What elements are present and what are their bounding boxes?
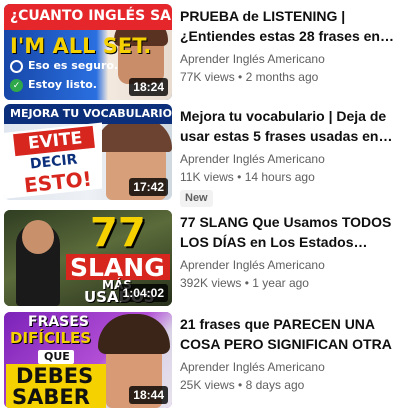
thumb-line-3: QUE — [44, 350, 70, 363]
video-meta: 77 SLANG Que Usamos TODOS LOS DÍAS en Lo… — [180, 212, 408, 292]
person-face — [22, 220, 54, 254]
thumb-banner-text: MEJORA TU VOCABULARIO — [10, 107, 172, 120]
video-title[interactable]: 21 frases que PARECEN UNA COSA PERO SIGN… — [180, 314, 408, 354]
view-count: 11K views — [180, 170, 234, 184]
thumb-line-1: FRASES — [28, 314, 89, 330]
thumb-option-2: Estoy listo. — [28, 78, 97, 91]
check-circle-icon: ✓ — [10, 79, 23, 92]
thumb-banner: ¿CUANTO INGLÉS SABES? — [4, 4, 172, 30]
channel-name[interactable]: Aprender Inglés Americano — [180, 256, 408, 274]
view-count: 25K views — [180, 378, 235, 392]
separator-dot: • — [237, 170, 242, 184]
channel-name[interactable]: Aprender Inglés Americano — [180, 358, 408, 376]
upload-age: 8 days ago — [245, 378, 305, 392]
video-thumbnail[interactable]: ¿CUANTO INGLÉS SABES? I'M ALL SET. Eso e… — [4, 4, 172, 100]
separator-dot: • — [238, 378, 243, 392]
new-badge: New — [180, 190, 213, 207]
video-stats: 25K views • 8 days ago — [180, 376, 408, 394]
radio-circle-icon — [10, 60, 23, 73]
video-meta: 21 frases que PARECEN UNA COSA PERO SIGN… — [180, 314, 408, 394]
view-count: 392K views — [180, 276, 242, 290]
separator-dot: • — [238, 70, 243, 84]
video-item[interactable]: FRASES DIFÍCILES QUE DEBES SABER 18:44 2… — [0, 312, 412, 408]
video-stats: 77K views • 2 months ago — [180, 68, 408, 86]
video-duration: 18:24 — [129, 78, 168, 96]
thumb-option-1: Eso es seguro. — [28, 59, 119, 72]
thumb-big-text: I'M ALL SET. — [10, 34, 152, 58]
video-list: ¿CUANTO INGLÉS SABES? I'M ALL SET. Eso e… — [0, 0, 412, 410]
video-meta: Mejora tu vocabulario | Deja de usar est… — [180, 106, 408, 207]
thumb-line-5: SABER — [12, 385, 90, 408]
video-duration: 18:44 — [129, 386, 168, 404]
video-meta: PRUEBA de LISTENING | ¿Entiendes estas 2… — [180, 6, 408, 86]
video-stats: 11K views • 14 hours ago — [180, 168, 408, 186]
video-title[interactable]: 77 SLANG Que Usamos TODOS LOS DÍAS en Lo… — [180, 212, 408, 252]
video-title[interactable]: PRUEBA de LISTENING | ¿Entiendes estas 2… — [180, 6, 408, 46]
video-thumbnail[interactable]: MEJORA TU VOCABULARIO EVITE DECIR ESTO! … — [4, 104, 172, 200]
video-duration: 1:04:02 — [118, 284, 168, 302]
upload-age: 2 months ago — [245, 70, 319, 84]
separator-dot: • — [244, 276, 249, 290]
thumb-banner-text: ¿CUANTO INGLÉS SABES? — [10, 8, 172, 24]
video-thumbnail[interactable]: FRASES DIFÍCILES QUE DEBES SABER 18:44 — [4, 312, 172, 408]
channel-name[interactable]: Aprender Inglés Americano — [180, 50, 408, 68]
video-item[interactable]: 77 SLANG MÁS USADOS 1:04:02 77 SLANG Que… — [0, 210, 412, 306]
video-title[interactable]: Mejora tu vocabulario | Deja de usar est… — [180, 106, 408, 146]
video-thumbnail[interactable]: 77 SLANG MÁS USADOS 1:04:02 — [4, 210, 172, 306]
channel-name[interactable]: Aprender Inglés Americano — [180, 150, 408, 168]
video-duration: 17:42 — [129, 178, 168, 196]
view-count: 77K views — [180, 70, 235, 84]
upload-age: 14 hours ago — [244, 170, 315, 184]
thumb-number: 77 — [90, 210, 146, 256]
upload-age: 1 year ago — [252, 276, 309, 290]
video-item[interactable]: MEJORA TU VOCABULARIO EVITE DECIR ESTO! … — [0, 104, 412, 207]
thumb-banner: MEJORA TU VOCABULARIO — [4, 104, 172, 124]
video-item[interactable]: ¿CUANTO INGLÉS SABES? I'M ALL SET. Eso e… — [0, 4, 412, 100]
video-stats: 392K views • 1 year ago — [180, 274, 408, 292]
thumb-line-2: DIFÍCILES — [10, 329, 92, 347]
